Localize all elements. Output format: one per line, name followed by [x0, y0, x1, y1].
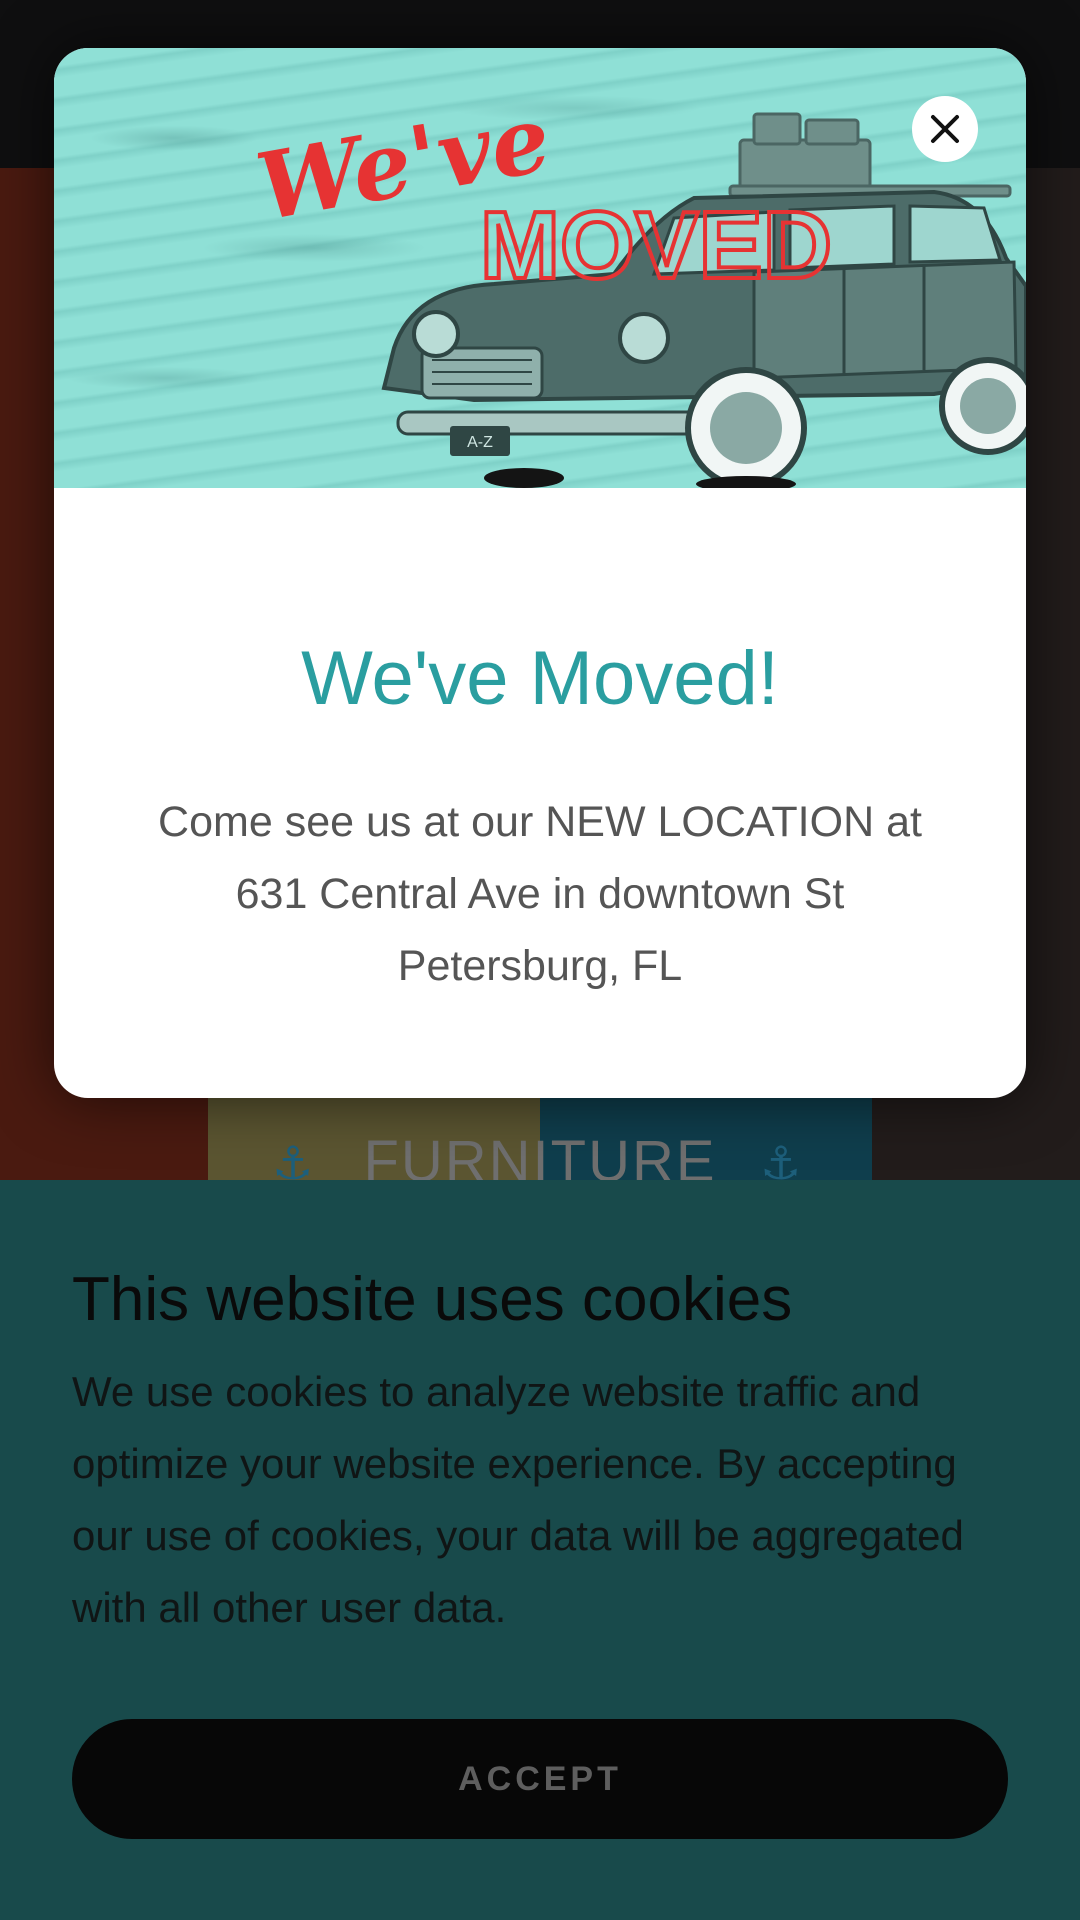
- modal-title: We've Moved!: [301, 636, 779, 721]
- modal-body-text: Come see us at our NEW LOCATION at 631 C…: [158, 798, 922, 990]
- close-icon: [931, 115, 959, 143]
- cookie-body-text: We use cookies to analyze website traffi…: [72, 1368, 964, 1631]
- license-plate-text: A-Z: [467, 434, 493, 451]
- cookie-consent-banner: This website uses cookies We use cookies…: [0, 1180, 1080, 1920]
- background-furniture-label: FURNITURE: [363, 1132, 717, 1180]
- close-button[interactable]: [912, 96, 978, 162]
- vintage-car-illustration: A-Z We've MOVED: [249, 84, 1026, 488]
- moved-hero-image: A-Z We've MOVED: [54, 48, 1026, 488]
- cookie-title: This website uses cookies: [72, 1265, 793, 1334]
- hero-moved-text: MOVED: [480, 192, 832, 299]
- moved-announcement-modal: A-Z We've MOVED We've Moved! Come see us…: [54, 48, 1026, 1098]
- accept-button[interactable]: ACCEPT: [72, 1719, 1008, 1839]
